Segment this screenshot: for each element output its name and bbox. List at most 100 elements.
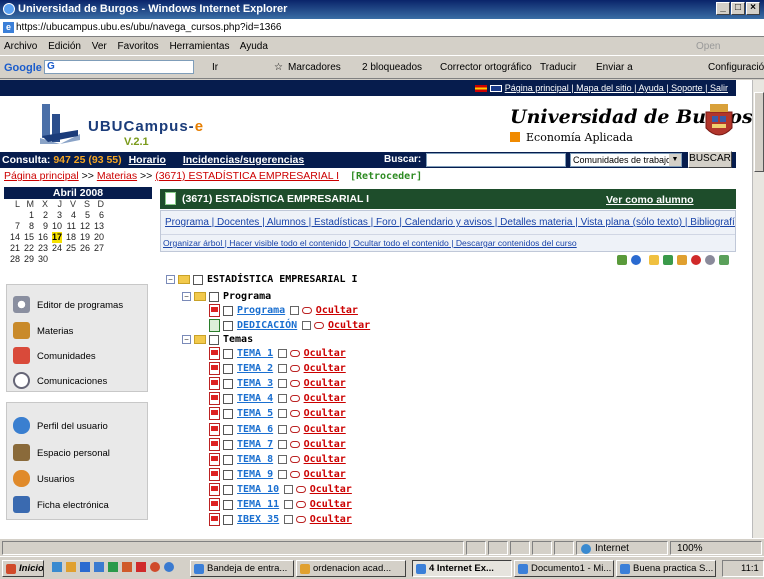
item-link[interactable]: TEMA 2 xyxy=(237,363,273,374)
collapse-toggle-icon[interactable]: − xyxy=(182,292,191,301)
configuracion-button[interactable]: Configuración xyxy=(708,62,764,73)
visibility-icon[interactable] xyxy=(289,455,300,463)
select-checkbox[interactable] xyxy=(223,500,233,510)
maximize-button[interactable]: □ xyxy=(731,2,745,15)
select-checkbox[interactable] xyxy=(223,379,233,390)
visibility-icon[interactable] xyxy=(295,501,306,508)
task-ordenacion[interactable]: ordenacion acad... xyxy=(296,560,406,577)
select-checkbox[interactable] xyxy=(223,469,233,480)
visibility-icon[interactable] xyxy=(295,516,306,524)
select-checkbox[interactable] xyxy=(223,321,233,331)
menu-herramientas[interactable]: Herramientas xyxy=(169,41,229,52)
traducir-button[interactable]: Traducir xyxy=(540,62,576,73)
menu-favoritos[interactable]: Favoritos xyxy=(118,41,159,52)
item-link[interactable]: TEMA 8 xyxy=(237,454,273,465)
ocultar-link[interactable]: Ocultar xyxy=(304,378,346,389)
quicklaunch-icon[interactable] xyxy=(164,562,174,572)
ocultar-link[interactable]: Ocultar xyxy=(304,424,346,435)
quicklaunch-icon[interactable] xyxy=(80,562,90,572)
google-search-input[interactable]: G xyxy=(44,60,194,74)
select-checkbox[interactable] xyxy=(223,349,233,359)
ocultar-link[interactable]: Ocultar xyxy=(310,484,352,495)
select-checkbox[interactable] xyxy=(223,409,233,420)
select-checkbox[interactable] xyxy=(223,439,233,450)
collapse-toggle-icon[interactable]: − xyxy=(182,335,191,344)
item-link[interactable]: TEMA 9 xyxy=(237,469,273,480)
visibility-icon[interactable] xyxy=(289,425,300,433)
item-link[interactable]: TEMA 6 xyxy=(237,424,273,435)
select-checkbox[interactable] xyxy=(193,275,203,285)
visibility-icon[interactable] xyxy=(295,485,306,493)
visibility-icon[interactable] xyxy=(289,395,300,403)
ocultar-link[interactable]: Ocultar xyxy=(304,439,346,450)
comment-icon[interactable] xyxy=(277,364,287,374)
item-link[interactable]: TEMA 4 xyxy=(237,393,273,404)
visibility-icon[interactable] xyxy=(301,307,312,314)
ocultar-link[interactable]: Ocultar xyxy=(310,514,352,525)
select-checkbox[interactable] xyxy=(223,306,233,316)
ocultar-link[interactable]: Ocultar xyxy=(304,348,346,359)
ocultar-link[interactable]: Ocultar xyxy=(328,320,370,331)
select-checkbox[interactable] xyxy=(223,515,233,526)
select-checkbox[interactable] xyxy=(209,292,219,302)
visibility-icon[interactable] xyxy=(289,440,300,448)
item-link[interactable]: TEMA 1 xyxy=(237,348,273,359)
item-link[interactable]: TEMA 11 xyxy=(237,499,279,510)
zoom-cell[interactable]: 100% xyxy=(670,541,762,555)
comment-icon[interactable] xyxy=(277,349,287,358)
quicklaunch-icon[interactable] xyxy=(66,562,76,572)
comment-icon[interactable] xyxy=(277,469,287,479)
bloqueados-button[interactable]: 2 bloqueados xyxy=(362,62,422,73)
menu-ver[interactable]: Ver xyxy=(92,41,107,52)
scrollbar-thumb[interactable] xyxy=(754,92,764,172)
comment-icon[interactable] xyxy=(283,500,293,509)
quicklaunch-icon[interactable] xyxy=(122,562,132,572)
ocultar-link[interactable]: Ocultar xyxy=(304,393,346,404)
address-bar[interactable]: e https://ubucampus.ubu.es/ubu/navega_cu… xyxy=(0,19,764,37)
comment-icon[interactable] xyxy=(302,321,311,330)
item-link[interactable]: IBEX 35 xyxy=(237,514,279,525)
visibility-icon[interactable] xyxy=(289,410,300,418)
comment-icon[interactable] xyxy=(283,515,293,525)
select-checkbox[interactable] xyxy=(223,394,233,405)
comment-icon[interactable] xyxy=(277,394,287,404)
quicklaunch-icon[interactable] xyxy=(136,562,146,572)
select-checkbox[interactable] xyxy=(223,424,233,435)
select-checkbox[interactable] xyxy=(223,364,233,375)
comment-icon[interactable] xyxy=(277,409,287,419)
task-buena-practica[interactable]: Buena practica S... xyxy=(616,560,716,577)
select-checkbox[interactable] xyxy=(223,484,233,495)
visibility-icon[interactable] xyxy=(289,365,300,373)
visibility-icon[interactable] xyxy=(289,380,300,388)
task-internet-explorer[interactable]: 4 Internet Ex... xyxy=(412,560,512,577)
collapse-toggle-icon[interactable]: − xyxy=(166,275,175,284)
item-link[interactable]: TEMA 7 xyxy=(237,439,273,450)
open-button[interactable]: Open xyxy=(696,41,720,52)
item-link[interactable]: TEMA 10 xyxy=(237,484,279,495)
vertical-scrollbar[interactable] xyxy=(752,80,764,538)
ocultar-link[interactable]: Ocultar xyxy=(304,469,346,480)
menu-edicion[interactable]: Edición xyxy=(48,41,81,52)
task-outlook[interactable]: Bandeja de entra... xyxy=(190,560,294,577)
visibility-icon[interactable] xyxy=(314,322,324,329)
item-link[interactable]: Programa xyxy=(237,305,285,316)
comment-icon[interactable] xyxy=(277,439,287,449)
task-documento1[interactable]: Documento1 - Mi... xyxy=(514,560,614,577)
comment-icon[interactable] xyxy=(277,424,287,434)
ocultar-link[interactable]: Ocultar xyxy=(304,363,346,374)
start-button[interactable]: Inicio xyxy=(2,560,44,577)
item-link[interactable]: TEMA 3 xyxy=(237,378,273,389)
select-checkbox[interactable] xyxy=(209,335,219,345)
close-button[interactable]: × xyxy=(746,2,760,15)
ocultar-link[interactable]: Ocultar xyxy=(316,305,358,316)
marcadores-button[interactable]: Marcadores xyxy=(288,62,341,73)
ocultar-link[interactable]: Ocultar xyxy=(304,454,346,465)
item-link[interactable]: TEMA 5 xyxy=(237,408,273,419)
select-checkbox[interactable] xyxy=(223,454,233,465)
quicklaunch-icon[interactable] xyxy=(150,562,160,572)
comment-icon[interactable] xyxy=(289,306,299,315)
menu-ayuda[interactable]: Ayuda xyxy=(240,41,268,52)
minimize-button[interactable]: _ xyxy=(716,2,730,15)
comment-icon[interactable] xyxy=(277,379,287,389)
quicklaunch-icon[interactable] xyxy=(94,562,104,572)
